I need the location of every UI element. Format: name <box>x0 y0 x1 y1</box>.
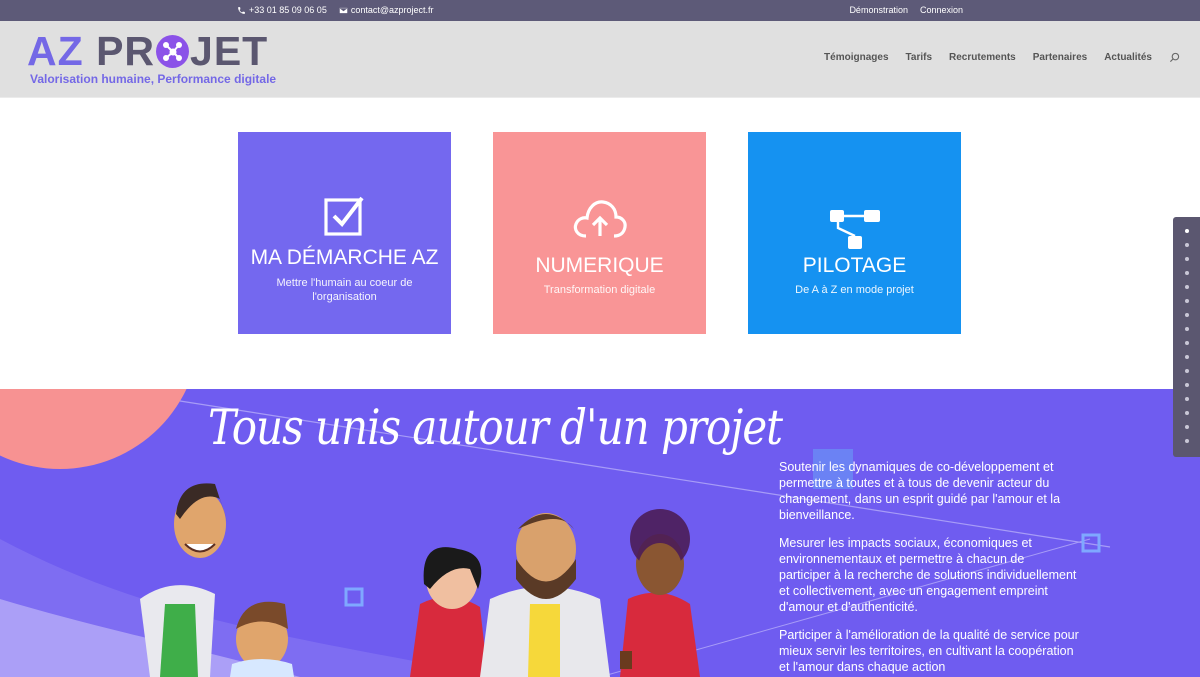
section-dots-nav <box>1173 217 1200 457</box>
phone-number: +33 01 85 09 06 05 <box>249 5 327 15</box>
checkbox-icon <box>324 196 364 236</box>
card-subtitle: Transformation digitale <box>543 284 656 296</box>
login-link[interactable]: Connexion <box>920 5 963 15</box>
hero-paragraph: Participer à l'amélioration de la qualit… <box>779 628 1079 674</box>
email-address: contact@azproject.fr <box>350 5 434 15</box>
section-dot[interactable] <box>1185 285 1189 289</box>
envelope-icon <box>339 7 348 13</box>
site-logo[interactable]: AZ PR JET Valorisation humaine, Performan… <box>27 29 276 89</box>
section-dot[interactable] <box>1185 271 1189 275</box>
card-pilotage[interactable]: PILOTAGE De A à Z en mode projet <box>748 132 961 334</box>
hero-paragraph: Mesurer les impacts sociaux, économiques… <box>779 536 1077 614</box>
section-dot[interactable] <box>1185 369 1189 373</box>
nav-item-actualites[interactable]: Actualités <box>1104 52 1152 63</box>
demo-link[interactable]: Démonstration <box>849 5 908 15</box>
card-subtitle: De A à Z en mode projet <box>795 284 914 296</box>
phone-link[interactable]: +33 01 85 09 06 05 <box>237 5 327 15</box>
top-bar: +33 01 85 09 06 05 contact@azproject.fr … <box>0 0 1200 21</box>
contact-info: +33 01 85 09 06 05 contact@azproject.fr <box>237 5 434 15</box>
section-dot[interactable] <box>1185 397 1189 401</box>
card-subtitle: Mettre l'humain au coeur de l'organisati… <box>276 277 413 303</box>
card-title: MA DÉMARCHE AZ <box>250 246 439 269</box>
card-numerique[interactable]: NUMERIQUE Transformation digitale <box>493 132 706 334</box>
section-dot[interactable] <box>1185 411 1189 415</box>
logo-jet: JET <box>190 28 269 74</box>
hero-text: Soutenir les dynamiques de co-développem… <box>779 459 1079 677</box>
section-dot[interactable] <box>1185 439 1189 443</box>
nav-item-temoignages[interactable]: Témoignages <box>824 52 888 63</box>
hero-section: Tous unis autour d'un projet Soutenir le… <box>0 389 1200 677</box>
logo-pr: PR <box>96 28 156 74</box>
nav-item-partenaires[interactable]: Partenaires <box>1033 52 1087 63</box>
section-dot[interactable] <box>1185 355 1189 359</box>
hero-paragraph: Soutenir les dynamiques de co-développem… <box>779 460 1061 522</box>
card-title: NUMERIQUE <box>535 254 664 277</box>
logo-tagline: Valorisation humaine, Performance digita… <box>30 72 277 86</box>
card-title: PILOTAGE <box>802 254 907 277</box>
logo-az: AZ <box>27 28 84 74</box>
email-link[interactable]: contact@azproject.fr <box>339 5 434 15</box>
top-links: Démonstration Connexion <box>849 5 963 15</box>
sitemap-icon <box>830 210 880 249</box>
nav-item-tarifs[interactable]: Tarifs <box>906 52 933 63</box>
section-dot[interactable] <box>1185 383 1189 387</box>
section-dot[interactable] <box>1185 341 1189 345</box>
logo-wordmark: AZ PR JET <box>27 29 268 73</box>
section-dot[interactable] <box>1185 229 1189 233</box>
nav-item-recrutements[interactable]: Recrutements <box>949 52 1016 63</box>
section-dot[interactable] <box>1185 327 1189 331</box>
search-icon[interactable] <box>1169 52 1180 63</box>
network-icon <box>156 35 190 68</box>
section-dot[interactable] <box>1185 257 1189 261</box>
main-header: AZ PR JET Valorisation humaine, Performan… <box>0 21 1200 97</box>
section-dot[interactable] <box>1185 299 1189 303</box>
card-demarche[interactable]: MA DÉMARCHE AZ Mettre l'humain au coeur … <box>238 132 451 334</box>
main-nav: Témoignages Tarifs Recrutements Partenai… <box>824 52 1180 63</box>
cloud-upload-icon <box>573 200 627 238</box>
section-dot[interactable] <box>1185 425 1189 429</box>
section-dot[interactable] <box>1185 313 1189 317</box>
hero-script-title: Tous unis autour d'un projet <box>208 399 783 456</box>
section-dot[interactable] <box>1185 243 1189 247</box>
phone-icon <box>238 6 245 14</box>
